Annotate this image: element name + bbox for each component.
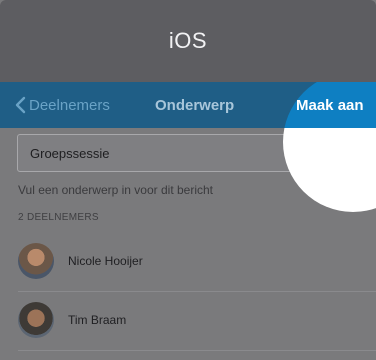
- participant-name: Tim Braam: [68, 313, 127, 327]
- platform-title: iOS: [168, 28, 208, 53]
- chevron-left-icon: [15, 96, 26, 114]
- highlight-spot: [283, 82, 376, 128]
- back-button[interactable]: Deelnemers: [14, 82, 110, 128]
- platform-banner: iOS: [0, 0, 376, 82]
- back-button-label: Deelnemers: [29, 96, 110, 114]
- subject-input-value: Groepssessie: [30, 145, 110, 161]
- participants-header: 2 DEELNEMERS: [18, 212, 99, 223]
- row-divider: [18, 350, 376, 351]
- avatar: [18, 302, 54, 338]
- nav-title: Onderwerp: [155, 96, 235, 114]
- highlight-spot-lower: [283, 128, 376, 212]
- participant-row[interactable]: Nicole Hooijer: [0, 233, 376, 289]
- subject-hint: Vul een onderwerp in voor dit bericht: [18, 183, 213, 197]
- screen: iOS Deelnemers Onderwerp Maak aan Groeps…: [0, 0, 376, 360]
- participant-row[interactable]: Tim Braam: [0, 292, 376, 348]
- avatar: [18, 243, 54, 279]
- participant-name: Nicole Hooijer: [68, 254, 143, 268]
